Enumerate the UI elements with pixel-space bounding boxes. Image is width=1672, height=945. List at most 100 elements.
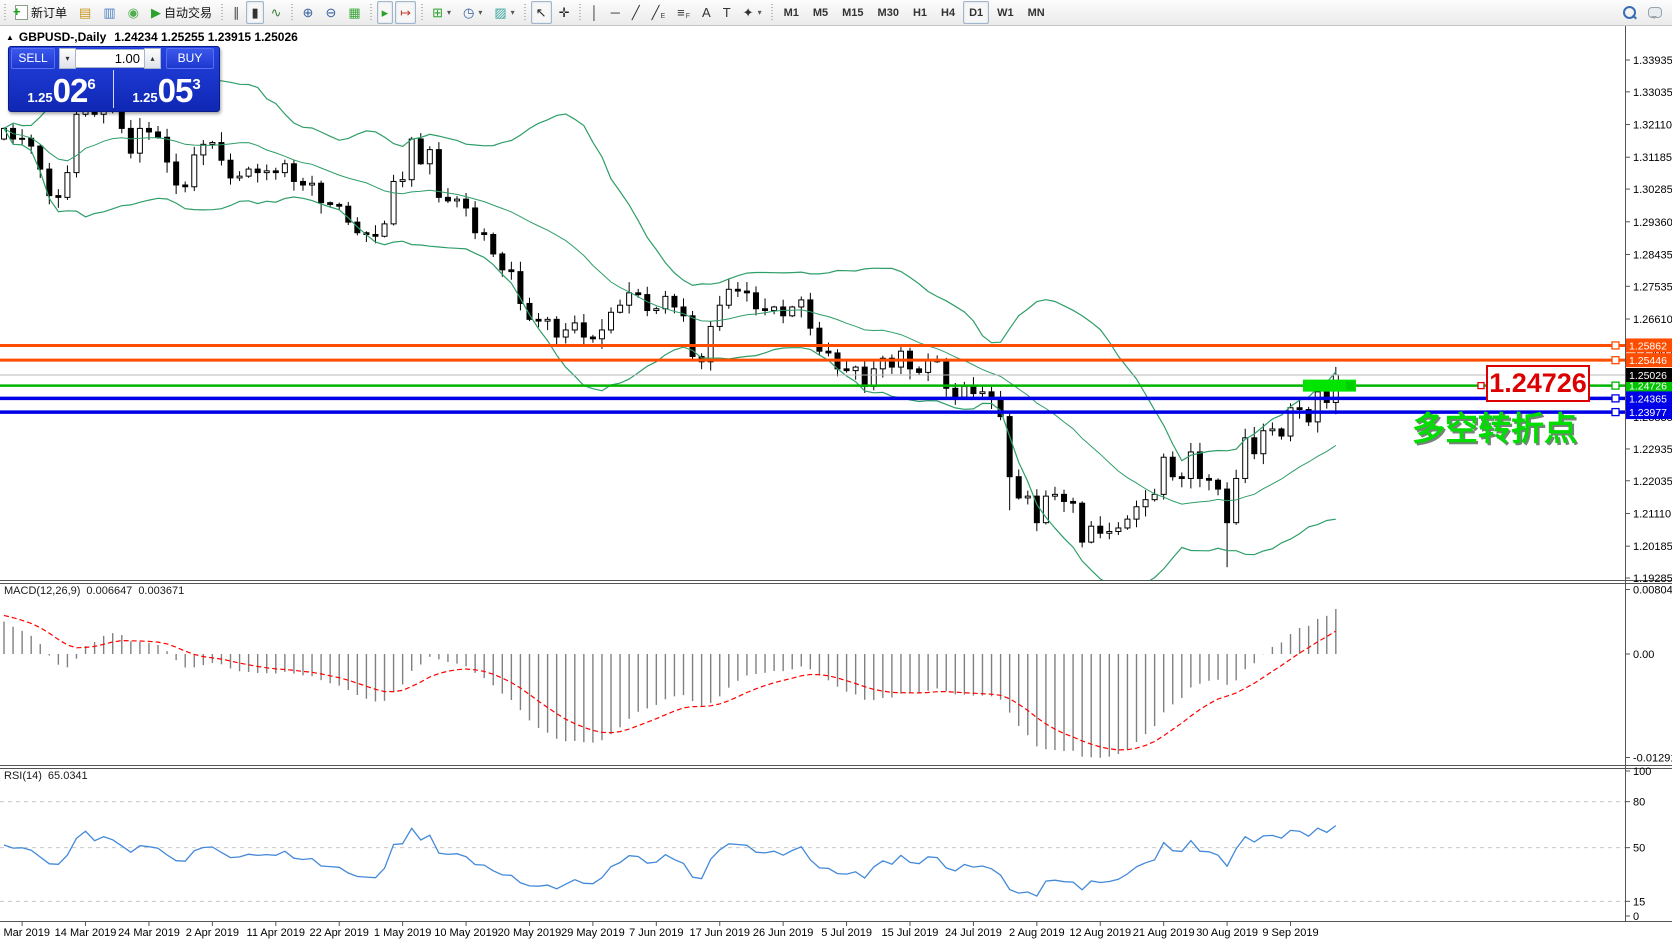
bar-chart-button[interactable]: ∥ [228,1,245,24]
price-tick-label: 1.32110 [1633,120,1672,132]
indicators-icon: ⊞ [432,6,443,19]
zoom-in-button[interactable]: ⊕ [298,1,319,24]
trendline-button[interactable]: ╱ [627,1,645,24]
chart-shift-button[interactable]: ↦ [395,1,416,24]
price-tag-label: 1.25446 [1629,355,1667,367]
candle-body [464,199,469,208]
line-endpoint-marker[interactable] [1612,409,1619,416]
trendline-icon: ╱ [632,6,640,19]
templates-button[interactable]: ▨▾ [489,1,519,24]
price-tag-label: 1.25026 [1629,370,1667,382]
zoom-out-button[interactable]: ⊖ [320,1,341,24]
equidistant-channel-button[interactable]: ╱E [647,1,671,24]
candlestick-chart-icon: ▮ [251,6,258,19]
buy-price-pips: 05 [158,77,193,105]
candle-body [844,369,849,371]
line-endpoint-marker[interactable] [1612,382,1619,389]
text-label-button[interactable]: T [718,1,736,24]
timeframe-h1[interactable]: H1 [907,1,933,24]
candle-body [717,305,722,326]
candle-body [255,169,260,173]
price-tick-label: 1.19285 [1633,573,1672,585]
chart-shift-icon: ↦ [400,6,411,19]
candle-body [1025,496,1030,498]
timeframe-h4[interactable]: H4 [935,1,961,24]
line-endpoint-marker[interactable] [1612,395,1619,402]
chart-canvas[interactable]: 1.339351.330351.321101.311851.302851.293… [0,0,1672,945]
candle-body [1016,477,1021,498]
navigator-button[interactable]: ◉ [123,1,144,24]
market-watch-button[interactable]: ▤ [74,1,96,24]
indicators-button[interactable]: ⊞▾ [427,1,456,24]
toolbar-drag-handle[interactable] [770,4,775,21]
timeframe-w1[interactable]: W1 [991,1,1020,24]
timeframe-mn[interactable]: MN [1022,1,1051,24]
candlestick-chart-button[interactable]: ▮ [246,1,263,24]
candle-body [1261,431,1266,454]
new-order-button[interactable]: 新订单 [10,1,72,24]
vertical-line-button[interactable]: │ [585,1,603,24]
sell-button[interactable]: SELL [11,48,55,69]
volume-increase-button[interactable]: ▴ [144,48,161,69]
collapse-arrow-icon[interactable]: ▲ [6,33,14,42]
candle-body [663,296,668,308]
date-tick-label: 30 Aug 2019 [1196,927,1258,939]
timeframe-m1[interactable]: M1 [778,1,805,24]
arrows-icon: ✦ [743,6,754,19]
horizontal-line-button[interactable]: ─ [606,1,625,24]
candle-body [1052,494,1057,496]
dropdown-arrow-icon[interactable]: ▾ [478,8,482,17]
dropdown-arrow-icon[interactable]: ▾ [511,8,515,17]
turning-point-annotation[interactable]: 多空转折点 [1412,402,1577,450]
arrows-button[interactable]: ✦▾ [738,1,767,24]
line-chart-button[interactable]: ∿ [266,1,287,24]
toolbar-drag-handle[interactable] [523,4,528,21]
sell-price-button[interactable]: 1.25026 [9,70,114,109]
crosshair-button[interactable]: ✛ [554,1,575,24]
timeframe-m15[interactable]: M15 [836,1,869,24]
sell-price-prefix: 1.25 [27,90,52,105]
volume-decrease-button[interactable]: ▾ [59,48,76,69]
data-window-button[interactable]: ▥ [98,1,120,24]
timeframe-m30[interactable]: M30 [872,1,905,24]
buy-button[interactable]: BUY [166,48,214,69]
highlight-end-marker[interactable] [1346,381,1355,390]
date-tick-label: 10 May 2019 [434,927,498,939]
toolbar-drag-handle[interactable] [369,4,374,21]
periods-button[interactable]: ◷▾ [458,1,487,24]
autotrading-button[interactable]: ▶自动交易 [146,1,217,24]
toolbar-drag-handle[interactable] [220,4,225,21]
auto-scroll-button[interactable]: ▸ [377,1,394,24]
candle-body [436,150,441,198]
toolbar-drag-handle[interactable] [2,4,7,21]
price-annotation-box[interactable]: 1.24726 [1486,365,1590,402]
tile-windows-button[interactable]: ▦ [343,1,365,24]
sell-price-point: 6 [87,79,95,91]
dropdown-arrow-icon[interactable]: ▾ [758,8,762,17]
rsi-axis-label: 50 [1633,843,1645,855]
annotation-anchor-marker[interactable] [1478,383,1484,389]
toolbar-drag-handle[interactable] [419,4,424,21]
buy-price-button[interactable]: 1.25053 [114,70,219,109]
text-button[interactable]: A [697,1,716,24]
candle-body [971,387,976,394]
volume-input[interactable] [76,49,144,68]
search-icon[interactable] [1618,1,1641,24]
bar-chart-icon: ∥ [233,6,240,19]
toolbar-drag-handle[interactable] [290,4,295,21]
community-chat-icon[interactable] [1643,1,1667,24]
date-tick-label: 26 Jun 2019 [753,927,814,939]
line-endpoint-marker[interactable] [1612,342,1619,349]
timeframe-d1[interactable]: D1 [963,1,989,24]
cursor-button[interactable]: ↖ [531,1,552,24]
fibonacci-button[interactable]: ≡F [672,1,695,24]
timeframe-m5[interactable]: M5 [807,1,834,24]
macd-signal-value: 0.003671 [138,585,184,597]
candle-body [65,173,70,198]
toolbar-drag-handle[interactable] [577,4,582,21]
dropdown-arrow-icon[interactable]: ▾ [447,8,451,17]
candle-body [1007,417,1012,477]
line-endpoint-marker[interactable] [1612,357,1619,364]
date-tick-label: 12 Aug 2019 [1069,927,1131,939]
candle-body [953,388,958,397]
